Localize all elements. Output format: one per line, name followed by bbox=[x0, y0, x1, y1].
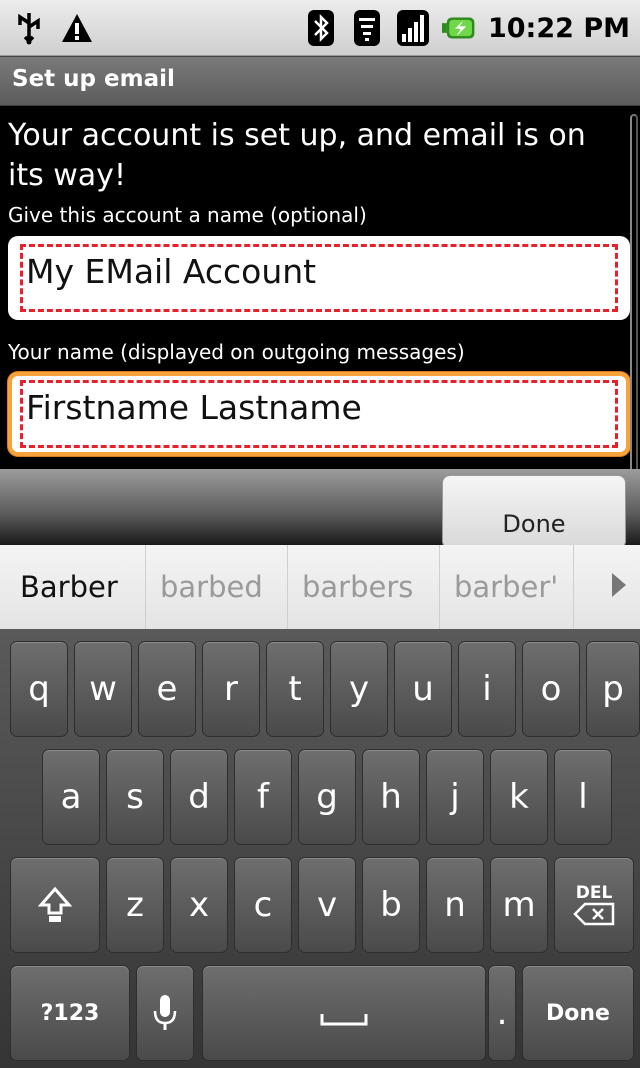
suggestion-item[interactable]: Barber bbox=[0, 545, 146, 629]
done-button[interactable]: Done bbox=[442, 475, 626, 549]
setup-form: Your account is set up, and email is on … bbox=[0, 106, 640, 469]
bluetooth-icon bbox=[304, 10, 338, 46]
key-c[interactable]: c bbox=[234, 857, 292, 953]
key-f[interactable]: f bbox=[234, 749, 292, 845]
status-time: 10:22 PM bbox=[487, 12, 630, 44]
delete-key[interactable]: DEL bbox=[554, 857, 634, 953]
more-suggestions-arrow-icon[interactable] bbox=[612, 573, 626, 597]
suggestion-strip: Barber barbed barbers barber' bbox=[0, 545, 640, 629]
key-y[interactable]: y bbox=[330, 641, 388, 737]
key-n[interactable]: n bbox=[426, 857, 484, 953]
space-key[interactable] bbox=[202, 965, 486, 1061]
key-j[interactable]: j bbox=[426, 749, 484, 845]
account-name-field[interactable]: My EMail Account bbox=[8, 236, 630, 320]
usb-icon bbox=[12, 10, 46, 46]
status-bar: 10:22 PM bbox=[0, 0, 640, 56]
backspace-icon bbox=[573, 902, 615, 926]
key-p[interactable]: p bbox=[586, 641, 640, 737]
button-bar: Done bbox=[0, 469, 640, 549]
suggestion-item[interactable]: barbers bbox=[288, 545, 440, 629]
key-v[interactable]: v bbox=[298, 857, 356, 953]
key-q[interactable]: q bbox=[10, 641, 68, 737]
key-i[interactable]: i bbox=[458, 641, 516, 737]
soft-keyboard: q w e r t y u i o p a s d f g h j k l z … bbox=[0, 629, 640, 1068]
shift-icon bbox=[38, 886, 72, 922]
key-h[interactable]: h bbox=[362, 749, 420, 845]
key-m[interactable]: m bbox=[490, 857, 548, 953]
key-z[interactable]: z bbox=[106, 857, 164, 953]
period-key[interactable]: . bbox=[488, 965, 516, 1061]
microphone-icon bbox=[153, 995, 177, 1030]
account-name-label: Give this account a name (optional) bbox=[8, 203, 367, 227]
keyboard-done-key[interactable]: Done bbox=[522, 965, 634, 1061]
confirmation-heading: Your account is set up, and email is on … bbox=[8, 118, 586, 193]
your-name-value: Firstname Lastname bbox=[26, 388, 362, 427]
key-k[interactable]: k bbox=[490, 749, 548, 845]
space-icon bbox=[320, 1014, 368, 1026]
warning-icon bbox=[60, 10, 94, 46]
key-t[interactable]: t bbox=[266, 641, 324, 737]
delete-key-label: DEL bbox=[575, 883, 613, 903]
scrollbar[interactable] bbox=[630, 114, 638, 469]
key-a[interactable]: a bbox=[42, 749, 100, 845]
key-o[interactable]: o bbox=[522, 641, 580, 737]
signal-icon bbox=[396, 10, 430, 46]
shift-key[interactable] bbox=[10, 857, 100, 953]
key-w[interactable]: w bbox=[74, 641, 132, 737]
symbols-key[interactable]: ?123 bbox=[10, 965, 130, 1061]
account-name-value: My EMail Account bbox=[26, 252, 317, 291]
title-bar: Set up email bbox=[0, 56, 640, 106]
key-d[interactable]: d bbox=[170, 749, 228, 845]
key-b[interactable]: b bbox=[362, 857, 420, 953]
your-name-field[interactable]: Firstname Lastname bbox=[8, 372, 630, 456]
key-e[interactable]: e bbox=[138, 641, 196, 737]
suggestion-item[interactable]: barbed bbox=[146, 545, 288, 629]
suggestion-item[interactable]: barber' bbox=[440, 545, 574, 629]
your-name-label: Your name (displayed on outgoing message… bbox=[8, 340, 465, 364]
page-title: Set up email bbox=[12, 66, 175, 92]
battery-charging-icon bbox=[441, 10, 476, 46]
done-button-label: Done bbox=[502, 510, 566, 538]
key-r[interactable]: r bbox=[202, 641, 260, 737]
voice-input-key[interactable] bbox=[136, 965, 194, 1061]
key-x[interactable]: x bbox=[170, 857, 228, 953]
key-u[interactable]: u bbox=[394, 641, 452, 737]
wifi-icon bbox=[350, 10, 384, 46]
key-s[interactable]: s bbox=[106, 749, 164, 845]
key-l[interactable]: l bbox=[554, 749, 612, 845]
key-g[interactable]: g bbox=[298, 749, 356, 845]
